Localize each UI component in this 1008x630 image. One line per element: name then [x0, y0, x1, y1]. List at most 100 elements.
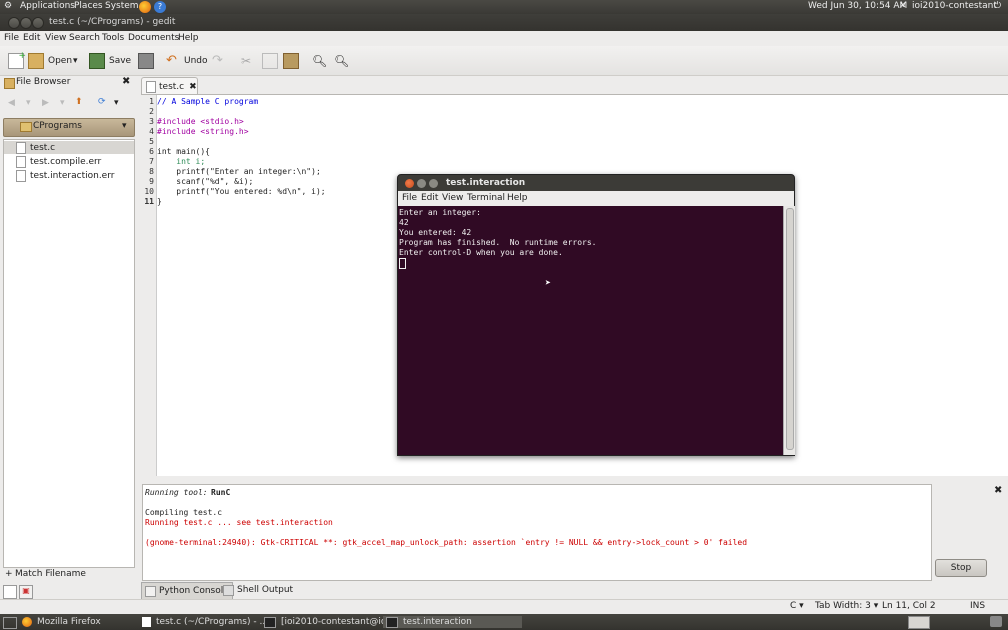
forward-icon[interactable]: ▶	[42, 98, 49, 108]
up-folder-icon[interactable]: ⬆	[75, 97, 83, 107]
print-icon	[138, 53, 154, 69]
applications-menu[interactable]: Applications	[20, 1, 75, 11]
back-dropdown-icon[interactable]: ▾	[26, 98, 31, 108]
open-label: Open	[48, 56, 73, 66]
terminal-scrollbar[interactable]	[783, 206, 795, 455]
tab-width-selector[interactable]: Tab Width: 3 ▾	[815, 601, 878, 611]
terminal-window[interactable]: test.interaction File Edit View Terminal…	[397, 174, 795, 456]
save-button[interactable]: Save	[89, 51, 131, 71]
terminal-menu-edit[interactable]: Edit	[421, 193, 438, 203]
task-firefox[interactable]: Mozilla Firefox	[22, 616, 101, 628]
copy-icon	[262, 53, 278, 69]
firefox-icon[interactable]	[139, 1, 151, 13]
side-panel-title: File Browser	[16, 77, 71, 87]
undo-icon: ↶	[166, 53, 177, 68]
new-document-icon: +	[8, 51, 26, 69]
terminal-output[interactable]: Enter an integer: 42 You entered: 42 Pro…	[398, 206, 783, 455]
minimize-window-icon[interactable]	[20, 17, 32, 29]
menu-documents[interactable]: Documents	[128, 33, 179, 43]
menu-search[interactable]: Search	[69, 33, 100, 43]
menu-help[interactable]: Help	[178, 33, 199, 43]
menu-edit[interactable]: Edit	[23, 33, 40, 43]
list-item[interactable]: test.interaction.err	[4, 169, 134, 182]
refresh-icon[interactable]: ⟳	[98, 97, 106, 107]
workspace-switcher[interactable]	[908, 616, 930, 629]
new-button[interactable]: +	[8, 51, 28, 71]
ubuntu-logo-icon[interactable]: ⚙	[4, 1, 12, 11]
code-line: printf("You entered: %d\n", i);	[157, 187, 326, 196]
open-recent-dropdown[interactable]: ▾	[73, 51, 78, 71]
close-tab-icon[interactable]: ✖	[189, 82, 197, 92]
task-terminal-1[interactable]: [ioi2010-contestant@io...	[264, 616, 395, 628]
menu-view[interactable]: View	[45, 33, 66, 43]
back-icon[interactable]: ◀	[8, 98, 15, 108]
print-button[interactable]	[138, 51, 158, 71]
list-item[interactable]: test.compile.err	[4, 155, 134, 168]
copy-button[interactable]	[262, 51, 282, 71]
folder-selector[interactable]: CPrograms ▾	[3, 118, 135, 137]
power-icon[interactable]: ⏻	[994, 1, 1001, 11]
show-desktop-icon[interactable]	[3, 617, 17, 629]
firefox-icon	[22, 617, 32, 627]
clock[interactable]: Wed Jun 30, 10:54 AM	[808, 1, 907, 11]
places-menu[interactable]: Places	[74, 1, 103, 11]
tab-shell-output[interactable]: Shell Output	[220, 582, 296, 598]
task-gedit[interactable]: test.c (~/CPrograms) - ...	[142, 616, 268, 628]
gedit-icon	[142, 617, 151, 627]
find-replace-button[interactable]: 🔍︎	[334, 51, 352, 71]
terminal-cursor	[399, 258, 406, 269]
undo-button[interactable]: ↶ Undo	[166, 51, 208, 71]
refresh-dropdown-icon[interactable]: ▾	[114, 98, 119, 108]
task-terminal-2[interactable]: test.interaction	[383, 616, 522, 628]
list-item[interactable]: test.c	[4, 141, 134, 154]
file-browser-nav: ◀ ▾ ▶ ▾ ⬆ ⟳ ▾	[0, 95, 136, 113]
redo-button[interactable]: ↷	[212, 51, 230, 71]
terminal-menu-help[interactable]: Help	[507, 193, 528, 203]
documents-tab-icon[interactable]	[3, 585, 17, 599]
code-line: #include <stdio.h>	[157, 117, 244, 126]
maximize-window-icon[interactable]	[32, 17, 44, 29]
tab-test-c[interactable]: test.c ✖	[141, 77, 198, 95]
minimize-icon[interactable]	[417, 179, 426, 188]
stop-button[interactable]: Stop	[935, 559, 987, 577]
language-selector[interactable]: C ▾	[790, 601, 804, 611]
window-title: test.c (~/CPrograms) - gedit	[49, 17, 176, 27]
window-titlebar[interactable]: test.c (~/CPrograms) - gedit	[0, 14, 1008, 31]
tab-label: test.c	[159, 81, 185, 92]
line-number: 7	[149, 157, 154, 166]
code-line: // A Sample C program	[157, 97, 259, 106]
shell-line: Running test.c ... see test.interaction	[145, 518, 333, 527]
file-browser-tab-icon[interactable]: ▣	[19, 585, 33, 599]
top-panel: ⚙ Applications Places System ? Wed Jun 3…	[0, 0, 1008, 14]
terminal-menu-view[interactable]: View	[442, 193, 463, 203]
close-icon[interactable]	[405, 179, 414, 188]
terminal-menubar: File Edit View Terminal Help	[398, 191, 794, 206]
taskbar: Mozilla Firefox test.c (~/CPrograms) - .…	[0, 614, 1008, 630]
terminal-icon	[386, 616, 398, 628]
menu-file[interactable]: File	[4, 33, 19, 43]
trash-icon[interactable]	[990, 616, 1002, 627]
maximize-icon[interactable]	[429, 179, 438, 188]
terminal-titlebar[interactable]: test.interaction	[398, 175, 794, 191]
menu-tools[interactable]: Tools	[102, 33, 124, 43]
close-bottom-pane-icon[interactable]: ✖	[994, 485, 1002, 496]
user-menu[interactable]: ioi2010-contestant	[912, 1, 997, 11]
forward-dropdown-icon[interactable]: ▾	[60, 98, 65, 108]
running-tool-label: Running tool:	[145, 488, 208, 497]
terminal-menu-file[interactable]: File	[402, 193, 417, 203]
terminal-line: Enter an integer:	[399, 208, 481, 217]
close-side-panel-icon[interactable]: ✖	[122, 76, 130, 87]
code-line: int i;	[157, 157, 206, 166]
match-filename-expander[interactable]: + Match Filename	[3, 569, 133, 581]
terminal-menu-terminal[interactable]: Terminal	[467, 193, 505, 203]
open-button[interactable]: Open	[28, 51, 72, 71]
scrollbar-thumb[interactable]	[786, 208, 794, 450]
shell-output[interactable]: Running tool: RunC Compiling test.c Runn…	[142, 484, 932, 581]
close-window-icon[interactable]	[8, 17, 20, 29]
cut-button[interactable]: ✂	[241, 51, 259, 71]
paste-button[interactable]	[283, 51, 303, 71]
help-icon[interactable]: ?	[154, 1, 166, 13]
system-menu[interactable]: System	[105, 1, 139, 11]
document-icon	[146, 80, 156, 93]
find-button[interactable]: 🔍︎	[312, 51, 330, 71]
